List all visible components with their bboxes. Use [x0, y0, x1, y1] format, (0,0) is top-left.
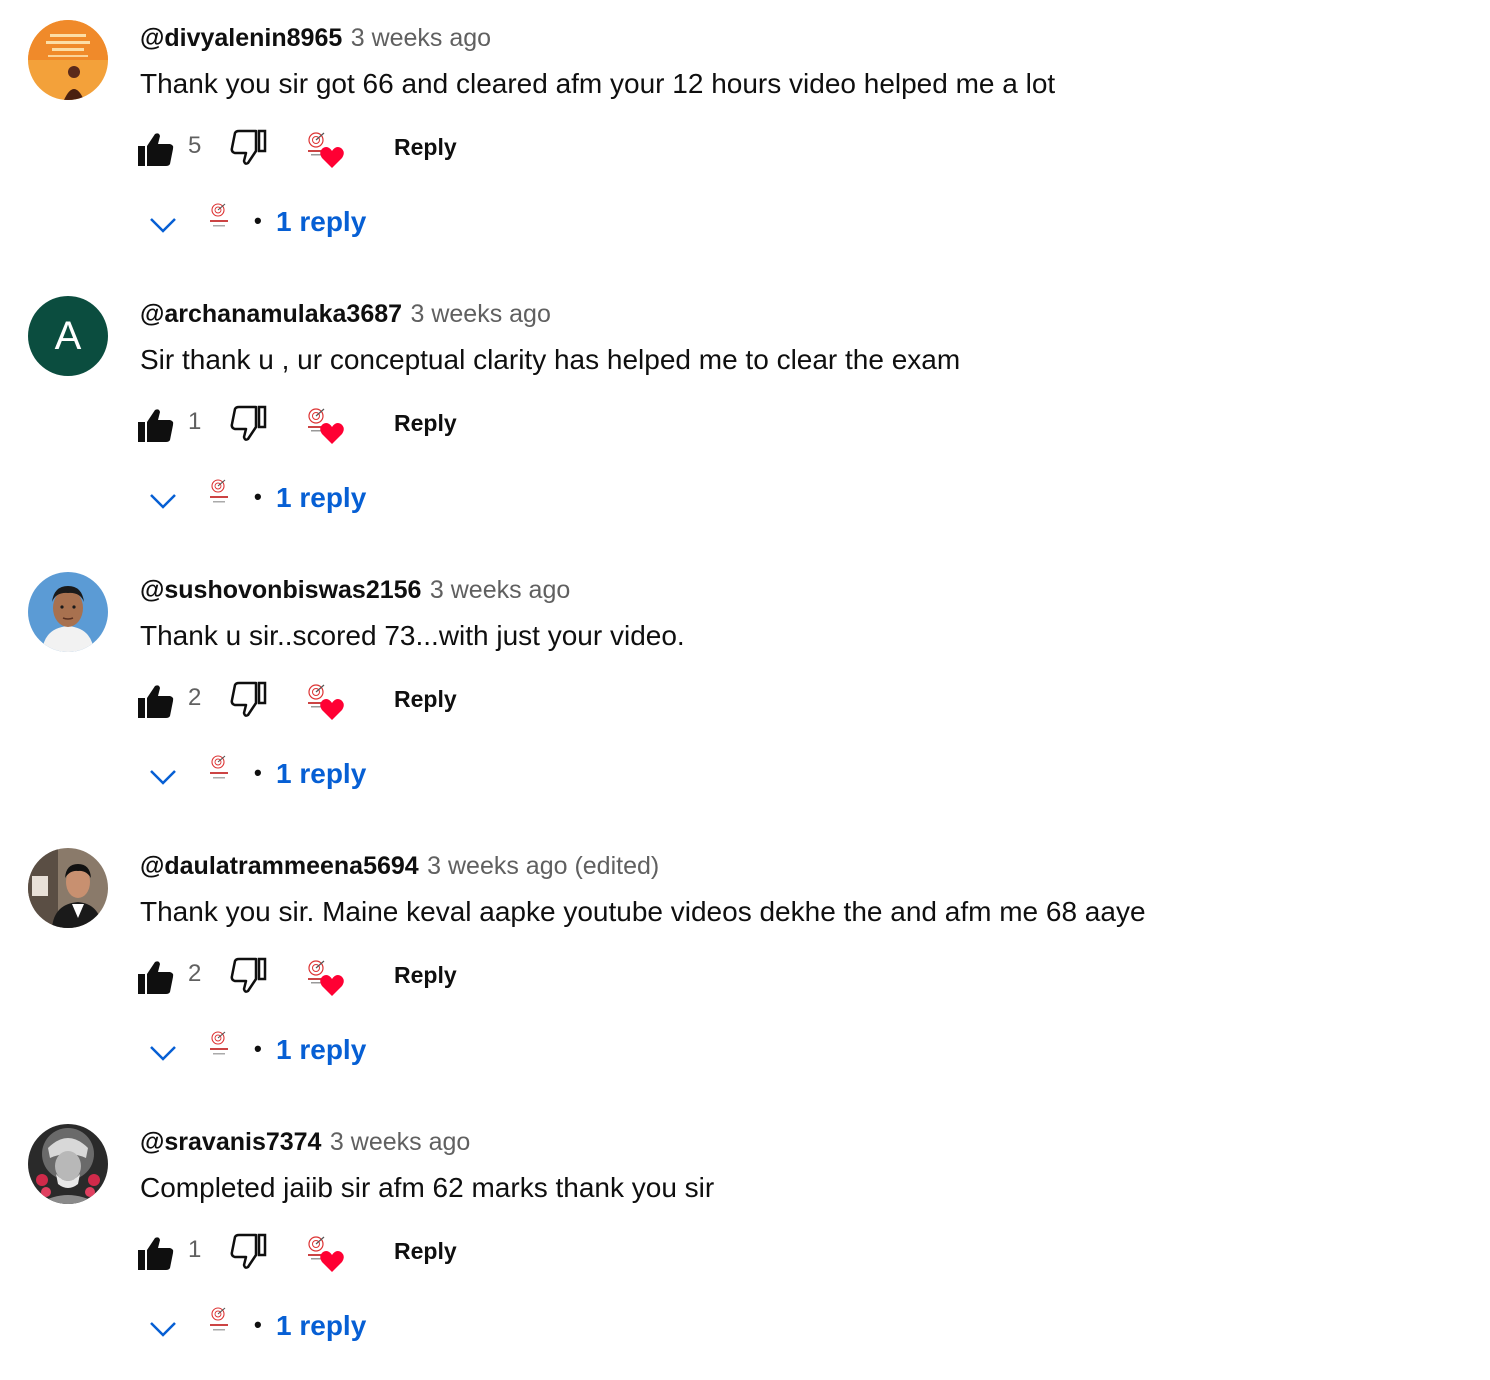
comment-header: @sushovonbiswas2156 3 weeks ago [140, 574, 570, 610]
thumbs-up-icon[interactable] [136, 406, 176, 446]
avatar[interactable] [28, 1124, 108, 1204]
view-replies-button[interactable]: • 1 reply [146, 752, 446, 800]
comment-actions: 1 Reply [136, 1230, 496, 1274]
chevron-down-icon [150, 770, 176, 785]
comment-header: @daulatrammeena5694 3 weeks ago (edited) [140, 850, 659, 886]
avatar[interactable] [28, 20, 108, 100]
comment-actions: 2 Reply [136, 678, 496, 722]
thumbs-down-icon[interactable] [228, 680, 268, 720]
creator-heart-icon [308, 684, 344, 720]
separator-dot: • [254, 208, 262, 233]
comment-actions: 1 Reply [136, 402, 496, 446]
view-replies-button[interactable]: • 1 reply [146, 1304, 446, 1352]
comment-actions: 5 Reply [136, 126, 496, 170]
view-replies-button[interactable]: • 1 reply [146, 1028, 446, 1076]
comment-thread: @daulatrammeena5694 3 weeks ago (edited)… [0, 828, 1490, 1104]
reply-button[interactable]: Reply [394, 962, 457, 989]
like-count: 2 [188, 960, 202, 987]
comment-text: Thank you sir. Maine keval aapke youtube… [140, 896, 1146, 927]
avatar[interactable] [28, 848, 108, 928]
like-count: 1 [188, 408, 202, 435]
saint-portrait-avatar-icon [28, 1124, 108, 1204]
chevron-down-icon [150, 1322, 176, 1337]
thumbs-down-icon[interactable] [228, 128, 268, 168]
like-count: 5 [188, 132, 202, 159]
comments-list: @divyalenin8965 3 weeks ago Thank you si… [0, 0, 1490, 1380]
comment-thread: @divyalenin8965 3 weeks ago Thank you si… [0, 0, 1490, 276]
comment-actions: 2 Reply [136, 954, 496, 998]
creator-avatar-icon [210, 755, 228, 779]
separator-dot: • [254, 1312, 262, 1337]
comment-header: @sravanis7374 3 weeks ago [140, 1126, 470, 1162]
portrait-avatar-blue-icon [28, 572, 108, 652]
replies-count[interactable]: 1 reply [276, 206, 366, 238]
comment-text: Thank you sir got 66 and cleared afm you… [140, 68, 1056, 99]
view-replies-button[interactable]: • 1 reply [146, 476, 446, 524]
replies-count[interactable]: 1 reply [276, 482, 366, 514]
creator-heart-icon [308, 1236, 344, 1272]
creator-avatar-icon [210, 203, 228, 227]
comment-header: @divyalenin8965 3 weeks ago [140, 22, 491, 58]
separator-dot: • [254, 1036, 262, 1061]
chevron-down-icon [150, 494, 176, 509]
letter-avatar-icon: A [28, 296, 108, 376]
avatar[interactable]: A [28, 296, 108, 376]
comment-time[interactable]: 3 weeks ago [330, 1128, 470, 1156]
avatar[interactable] [28, 572, 108, 652]
comment-thread: A @archanamulaka3687 3 weeks ago Sir tha… [0, 276, 1490, 552]
creator-heart-icon [308, 960, 344, 996]
separator-dot: • [254, 760, 262, 785]
comment-text: Completed jaiib sir afm 62 marks thank y… [140, 1172, 715, 1203]
thumbs-down-icon[interactable] [228, 956, 268, 996]
thumbs-up-icon[interactable] [136, 1234, 176, 1274]
svg-text:A: A [55, 314, 82, 358]
comment-text: Sir thank u , ur conceptual clarity has … [140, 344, 961, 375]
creator-avatar-icon [210, 479, 228, 503]
thumbs-up-icon[interactable] [136, 682, 176, 722]
comment-time[interactable]: 3 weeks ago [430, 576, 570, 604]
author-name[interactable]: @sravanis7374 [140, 1128, 321, 1156]
replies-count[interactable]: 1 reply [276, 758, 366, 790]
creator-heart-icon [308, 132, 344, 168]
author-name[interactable]: @archanamulaka3687 [140, 300, 402, 328]
reply-button[interactable]: Reply [394, 686, 457, 713]
thumbs-down-icon[interactable] [228, 404, 268, 444]
chevron-down-icon [150, 218, 176, 233]
comment-time[interactable]: 3 weeks ago [351, 24, 491, 52]
author-name[interactable]: @daulatrammeena5694 [140, 852, 419, 880]
reply-button[interactable]: Reply [394, 1238, 457, 1265]
like-count: 1 [188, 1236, 202, 1263]
creator-avatar-icon [210, 1307, 228, 1331]
comment-time[interactable]: 3 weeks ago (edited) [427, 852, 659, 880]
thumbs-up-icon[interactable] [136, 958, 176, 998]
comment-thread: @sushovonbiswas2156 3 weeks ago Thank u … [0, 552, 1490, 828]
creator-avatar-icon [210, 1031, 228, 1055]
author-name[interactable]: @divyalenin8965 [140, 24, 342, 52]
author-name[interactable]: @sushovonbiswas2156 [140, 576, 421, 604]
like-count: 2 [188, 684, 202, 711]
comment-header: @archanamulaka3687 3 weeks ago [140, 298, 551, 334]
thumbs-up-icon[interactable] [136, 130, 176, 170]
replies-count[interactable]: 1 reply [276, 1034, 366, 1066]
orange-poster-avatar-icon [28, 20, 108, 100]
comment-text: Thank u sir..scored 73...with just your … [140, 620, 685, 651]
view-replies-button[interactable]: • 1 reply [146, 200, 446, 248]
reply-button[interactable]: Reply [394, 134, 457, 161]
replies-count[interactable]: 1 reply [276, 1310, 366, 1342]
separator-dot: • [254, 484, 262, 509]
thumbs-down-icon[interactable] [228, 1232, 268, 1272]
portrait-avatar-suit-icon [28, 848, 108, 928]
comment-time[interactable]: 3 weeks ago [411, 300, 551, 328]
chevron-down-icon [150, 1046, 176, 1061]
comment-thread: @sravanis7374 3 weeks ago Completed jaii… [0, 1104, 1490, 1380]
creator-heart-icon [308, 408, 344, 444]
reply-button[interactable]: Reply [394, 410, 457, 437]
